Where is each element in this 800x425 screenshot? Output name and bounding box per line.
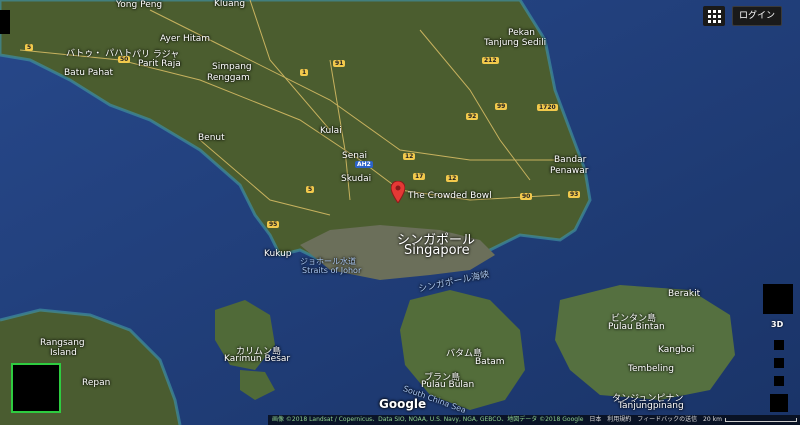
road-shield: 1720	[537, 104, 558, 111]
place-label-berakit: Berakit	[668, 289, 701, 299]
road-shield: 91	[333, 60, 346, 67]
zoom-in-button[interactable]	[774, 376, 784, 386]
road-shield: 99	[495, 103, 508, 110]
place-label-karimun: Karimun Besar	[224, 354, 291, 364]
place-label-rangsang-2: Island	[50, 348, 77, 358]
imagery-attribution: 画像 ©2018 Landsat / Copernicus、Data SIO, …	[272, 416, 584, 423]
road-shield: 93	[568, 191, 581, 198]
road-shield: 12	[403, 153, 416, 160]
place-label-kangboi: Kangboi	[658, 345, 695, 355]
place-label-tanjungpinang: Tanjungpinang	[618, 401, 684, 411]
road-shield: 5	[306, 186, 315, 193]
map-pin-icon[interactable]	[391, 181, 405, 203]
place-label-batu-pahat: Batu Pahat	[64, 68, 114, 78]
place-label-benut: Benut	[198, 133, 225, 143]
pegman-button[interactable]	[774, 358, 784, 368]
road-shield: 50	[118, 56, 131, 63]
place-label-yong-peng: Yong Peng	[116, 0, 163, 10]
zoom-out-button[interactable]	[770, 394, 788, 412]
corner-control[interactable]	[0, 10, 10, 34]
place-label-singapore: Singapore	[404, 243, 470, 258]
place-label-ayer-hitam: Ayer Hitam	[160, 34, 211, 44]
water-label-straits-johor: Straits of Johor	[302, 266, 362, 275]
feedback-link[interactable]: フィードバックの送信	[637, 416, 697, 423]
compass-control[interactable]	[763, 284, 793, 314]
road-shield: 17	[413, 173, 426, 180]
road-shield: 212	[482, 57, 499, 64]
place-label-batam: Batam	[475, 357, 505, 367]
place-label-kluang: Kluang	[214, 0, 246, 9]
attribution-bar: 画像 ©2018 Landsat / Copernicus、Data SIO, …	[268, 415, 800, 425]
layer-switcher-thumbnail[interactable]	[11, 363, 61, 413]
place-label-senai: Senai	[342, 151, 367, 161]
rotate-button[interactable]	[774, 340, 784, 350]
road-shield: 90	[520, 193, 533, 200]
place-label-tembeling: Tembeling	[628, 364, 674, 374]
scale-label: 20 km	[703, 416, 722, 423]
road-shield: 12	[446, 175, 459, 182]
login-button[interactable]: ログイン	[732, 6, 782, 26]
road-shield: 92	[466, 113, 479, 120]
country-link[interactable]: 日本	[589, 416, 601, 423]
place-label-bandar-2: Penawar	[550, 166, 589, 176]
place-label-bintan: Pulau Bintan	[608, 322, 665, 332]
road-shield: 1	[300, 69, 309, 76]
satellite-map[interactable]	[0, 0, 800, 425]
place-label-repan: Repan	[82, 378, 111, 388]
apps-grid-icon[interactable]	[703, 6, 725, 26]
place-label-pekan-2: Tanjung Sedili	[484, 38, 547, 48]
scale-bar	[724, 417, 797, 422]
place-label-bandar-1: Bandar	[554, 155, 587, 165]
place-label-simpang-1: Simpang	[212, 62, 252, 72]
road-shield: 5	[25, 44, 34, 51]
place-label-simpang-2: Renggam	[207, 73, 250, 83]
place-label-bulan: Pulau Bulan	[421, 380, 475, 390]
place-label-pekan-1: Pekan	[508, 28, 535, 38]
place-label-kulai: Kulai	[320, 126, 342, 136]
terms-link[interactable]: 利用規約	[607, 416, 631, 423]
road-shield: AH2	[355, 161, 373, 168]
3d-toggle-button[interactable]: 3D	[771, 320, 783, 329]
place-label-rangsang-1: Rangsang	[40, 338, 85, 348]
place-label-parit-raja: Parit Raja	[138, 59, 181, 69]
place-label-skudai: Skudai	[341, 174, 372, 184]
place-label-crowded-bowl: The Crowded Bowl	[408, 191, 492, 201]
place-label-kukup: Kukup	[264, 249, 292, 259]
google-logo: Google	[379, 397, 427, 411]
road-shield: 95	[267, 221, 280, 228]
